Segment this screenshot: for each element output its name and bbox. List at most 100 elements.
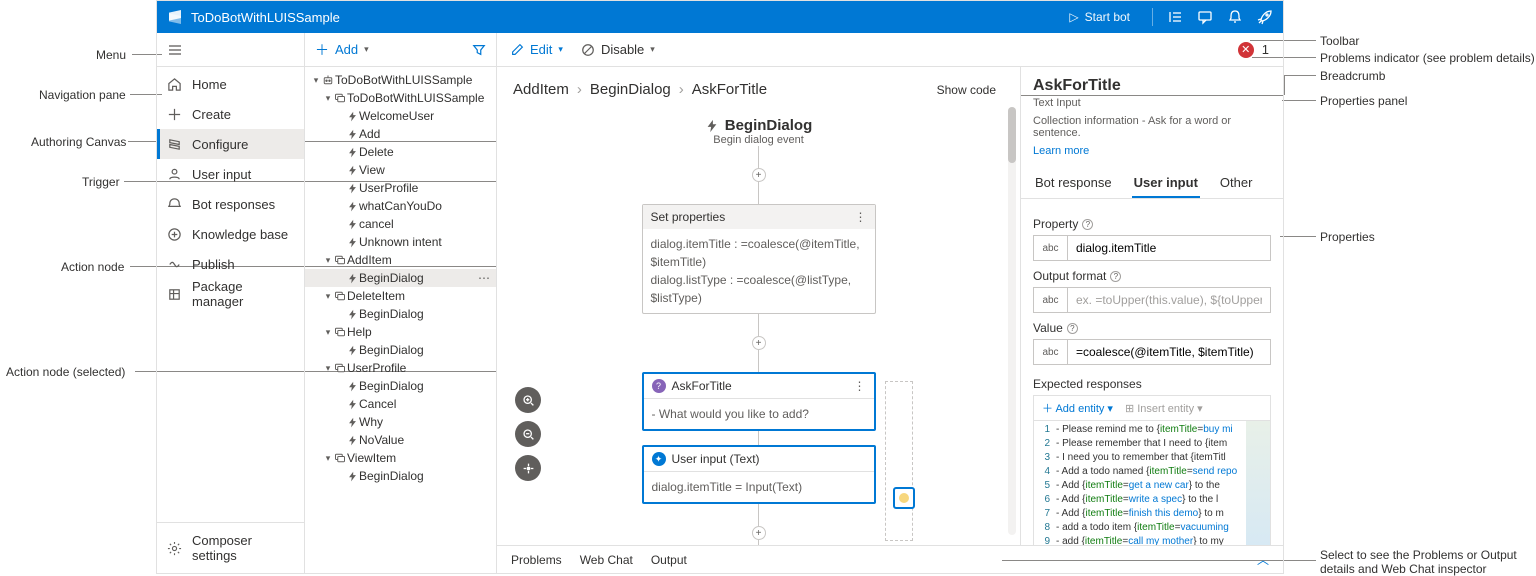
tree-item[interactable]: NoValue xyxy=(305,431,496,449)
output-format-input[interactable] xyxy=(1067,287,1271,313)
tab-problems[interactable]: Problems xyxy=(511,553,562,567)
tree-item[interactable]: View xyxy=(305,161,496,179)
tree-item[interactable]: ▾UserProfile xyxy=(305,359,496,377)
nav-label: Home xyxy=(192,77,227,92)
tab-user-input[interactable]: User input xyxy=(1132,169,1200,198)
nav-item-user-input[interactable]: User input xyxy=(157,159,304,189)
info-icon[interactable]: ? xyxy=(1082,219,1093,230)
nav-item-publish[interactable]: Publish xyxy=(157,249,304,279)
insert-entity-button[interactable]: ⊞ Insert entity ▾ xyxy=(1125,402,1203,415)
composer-settings[interactable]: Composer settings xyxy=(157,522,304,573)
tree-item[interactable]: ▾DeleteItem xyxy=(305,287,496,305)
nav-item-configure[interactable]: Configure xyxy=(157,129,304,159)
tab-output[interactable]: Output xyxy=(651,553,687,567)
tree-item[interactable]: BeginDialog xyxy=(305,467,496,485)
nav-item-home[interactable]: Home xyxy=(157,69,304,99)
collapse-icon[interactable]: ︿ xyxy=(1257,551,1269,568)
tree-item[interactable]: ▾AddItem xyxy=(305,251,496,269)
tree-item[interactable]: WelcomeUser xyxy=(305,107,496,125)
tree-item[interactable]: BeginDialog⋯ xyxy=(305,269,496,287)
menu-icon[interactable] xyxy=(167,42,183,58)
locate-button[interactable] xyxy=(515,455,541,481)
expected-responses-editor[interactable]: 1- Please remind me to {itemTitle=buy mi… xyxy=(1033,420,1271,545)
more-icon[interactable]: ⋮ xyxy=(854,379,866,393)
zoom-in-button[interactable] xyxy=(515,387,541,413)
tree-item[interactable]: Unknown intent xyxy=(305,233,496,251)
tree-item[interactable]: BeginDialog xyxy=(305,305,496,323)
nav-item-knowledge-base[interactable]: Knowledge base xyxy=(157,219,304,249)
tab-webchat[interactable]: Web Chat xyxy=(580,553,633,567)
more-icon[interactable]: ⋯ xyxy=(478,271,490,285)
value-input[interactable] xyxy=(1067,339,1271,365)
tree-item[interactable]: whatCanYouDo xyxy=(305,197,496,215)
twisty-icon: ▾ xyxy=(311,75,321,86)
tree-item[interactable]: BeginDialog xyxy=(305,377,496,395)
add-action-button[interactable]: + xyxy=(752,526,766,540)
breadcrumb[interactable]: AddItem › BeginDialog › AskForTitle xyxy=(513,81,767,98)
show-code-toggle[interactable]: Show code xyxy=(937,83,996,97)
tree-icon xyxy=(345,165,359,176)
add-action-button[interactable]: + xyxy=(752,336,766,350)
property-input[interactable] xyxy=(1067,235,1271,261)
trigger-node[interactable]: BeginDialog Begin dialog event xyxy=(705,117,813,146)
rocket-icon[interactable] xyxy=(1257,9,1273,25)
edit-button[interactable]: Edit ▾ xyxy=(511,42,563,57)
tree-item[interactable]: UserProfile xyxy=(305,179,496,197)
more-icon[interactable]: ⋮ xyxy=(855,210,867,224)
tree-icon xyxy=(333,326,347,338)
add-action-button[interactable]: + xyxy=(752,168,766,182)
nav-icon xyxy=(167,77,182,92)
nav-item-bot-responses[interactable]: Bot responses xyxy=(157,189,304,219)
tree-item[interactable]: Delete xyxy=(305,143,496,161)
canvas-scrollbar[interactable] xyxy=(1008,107,1016,535)
nav-item-create[interactable]: Create xyxy=(157,99,304,129)
disable-button[interactable]: Disable ▾ xyxy=(581,42,655,57)
breadcrumb-item[interactable]: BeginDialog xyxy=(590,81,671,98)
list-icon[interactable] xyxy=(1167,9,1183,25)
bell-icon[interactable] xyxy=(1227,9,1243,25)
breadcrumb-item[interactable]: AskForTitle xyxy=(692,81,767,98)
tree-label: UserProfile xyxy=(347,361,490,375)
props-title: AskForTitle xyxy=(1033,77,1271,95)
field-label: Output format xyxy=(1033,269,1106,283)
breadcrumb-item[interactable]: AddItem xyxy=(513,81,569,98)
action-node-user-input[interactable]: ✦User input (Text) dialog.itemTitle = In… xyxy=(642,445,876,504)
tree-icon xyxy=(345,471,359,482)
tree-item[interactable]: ▾ToDoBotWithLUISSample xyxy=(305,89,496,107)
tree-item[interactable]: cancel xyxy=(305,215,496,233)
line-number: 6 xyxy=(1034,493,1056,507)
callout-actionsel: Action node (selected) xyxy=(6,365,125,379)
card-title: Set properties xyxy=(651,210,726,224)
add-entity-button[interactable]: ＋ Add entity ▾ xyxy=(1042,400,1113,416)
nav-item-package-manager[interactable]: Package manager xyxy=(157,279,304,309)
tree-item[interactable]: Add xyxy=(305,125,496,143)
add-button[interactable]: ＋ Add ▾ xyxy=(315,40,369,60)
props-desc: Collection information - Ask for a word … xyxy=(1033,115,1271,139)
recognizer-badge[interactable] xyxy=(893,487,915,509)
tree-item[interactable]: BeginDialog xyxy=(305,341,496,359)
minimap[interactable] xyxy=(1246,421,1270,545)
tree-item[interactable]: Cancel xyxy=(305,395,496,413)
info-icon[interactable]: ? xyxy=(1067,323,1078,334)
action-node-set-properties[interactable]: Set properties⋮ dialog.itemTitle : =coal… xyxy=(642,204,876,314)
learn-more-link[interactable]: Learn more xyxy=(1033,145,1089,157)
field-label: Expected responses xyxy=(1033,377,1142,391)
tree-item[interactable]: Why xyxy=(305,413,496,431)
nav-icon xyxy=(167,287,182,302)
filter-icon[interactable] xyxy=(472,43,486,57)
tree-item[interactable]: ▾ToDoBotWithLUISSample xyxy=(305,71,496,89)
tree-label: whatCanYouDo xyxy=(359,199,490,213)
tab-other[interactable]: Other xyxy=(1218,169,1255,198)
info-icon[interactable]: ? xyxy=(1110,271,1121,282)
tree-item[interactable]: ▾ViewItem xyxy=(305,449,496,467)
authoring-canvas[interactable]: AddItem › BeginDialog › AskForTitle Show… xyxy=(497,67,1020,545)
action-node-ask-for-title[interactable]: ?AskForTitle⋮ - What would you like to a… xyxy=(642,372,876,431)
start-bot-button[interactable]: ▷ Start bot xyxy=(1061,8,1138,26)
tree-item[interactable]: ▾Help xyxy=(305,323,496,341)
problems-indicator[interactable]: ✕ 1 xyxy=(1238,42,1269,58)
card-line: - What would you like to add? xyxy=(644,399,874,429)
zoom-out-button[interactable] xyxy=(515,421,541,447)
chat-icon[interactable] xyxy=(1197,9,1213,25)
tab-bot-response[interactable]: Bot response xyxy=(1033,169,1114,198)
nav-icon xyxy=(167,107,182,122)
